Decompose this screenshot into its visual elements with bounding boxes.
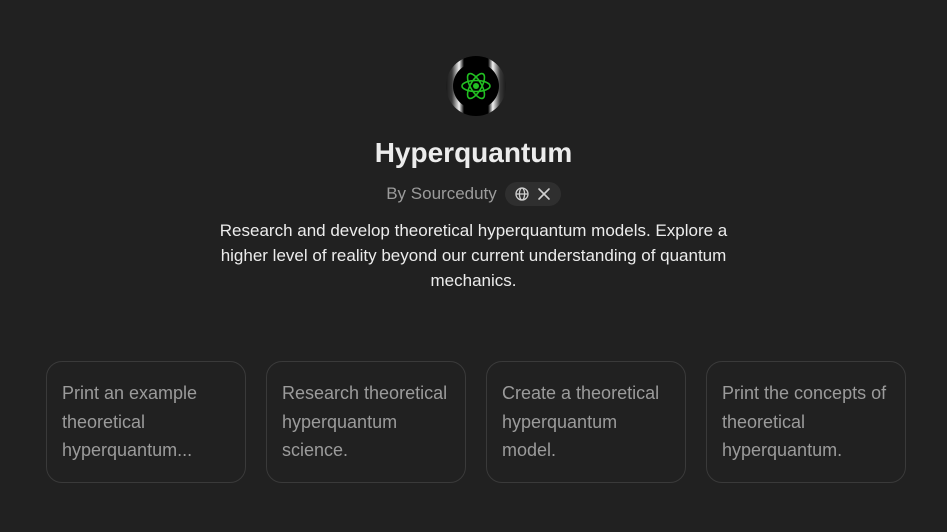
author-byline: By Sourceduty — [386, 184, 497, 203]
atom-icon — [453, 63, 499, 109]
globe-icon[interactable] — [515, 187, 529, 201]
social-links — [504, 182, 561, 206]
gpt-avatar — [446, 56, 506, 116]
byline-row: By Sourceduty — [0, 181, 947, 207]
gpt-description: Research and develop theoretical hyperqu… — [219, 221, 728, 290]
x-logo-icon[interactable] — [537, 187, 551, 201]
starter-card[interactable]: Create a theoretical hyperquantum model. — [486, 361, 686, 483]
gpt-title: Hyperquantum — [374, 137, 573, 168]
conversation-starters: Print an example theoretical hyperquantu… — [46, 361, 906, 483]
starter-card[interactable]: Print the concepts of theoretical hyperq… — [706, 361, 906, 483]
starter-card[interactable]: Research theoretical hyperquantum scienc… — [266, 361, 466, 483]
gpt-landing: Hyperquantum By Sourceduty Research and … — [0, 0, 947, 532]
starter-card[interactable]: Print an example theoretical hyperquantu… — [46, 361, 246, 483]
